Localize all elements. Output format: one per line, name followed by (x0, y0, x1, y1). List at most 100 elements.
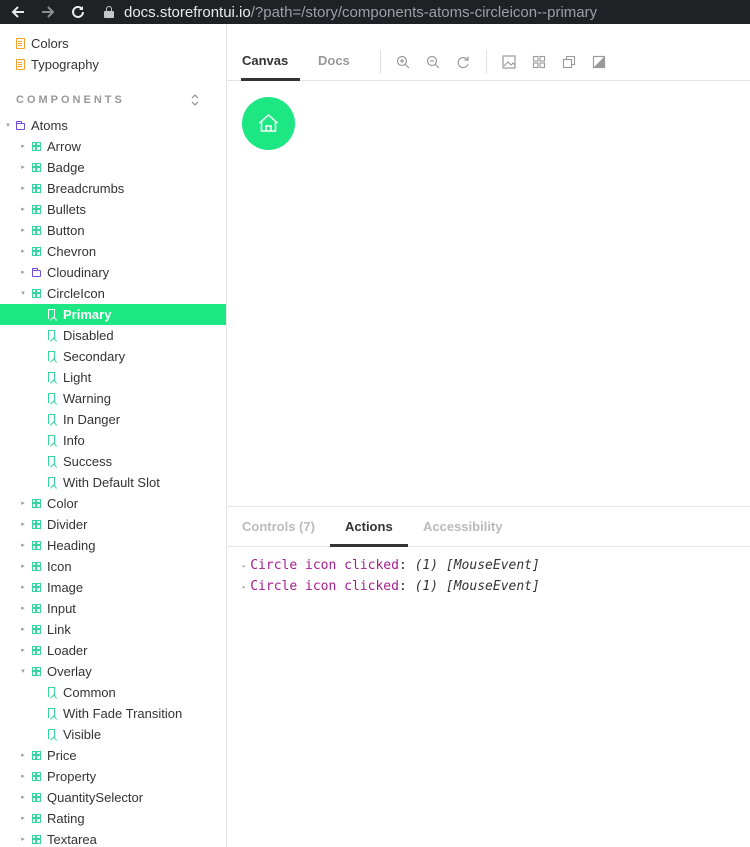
component-icon (32, 541, 41, 550)
tree-item-chevron[interactable]: ▸ Chevron (0, 241, 226, 262)
story-item-info[interactable]: Info (0, 430, 226, 451)
log-entry[interactable]: ▸ Circle icon clicked: (1) [MouseEvent] (242, 579, 540, 594)
story-item-with-fade-transition[interactable]: With Fade Transition (0, 703, 226, 724)
tree-item-quantityselector[interactable]: ▸ QuantitySelector (0, 787, 226, 808)
story-item-with-default-slot[interactable]: With Default Slot (0, 472, 226, 493)
tree-item-overlay[interactable]: ▾ Overlay (0, 661, 226, 682)
caret-down-icon: ▾ (21, 289, 25, 297)
viewport-icon[interactable] (562, 55, 576, 69)
tree-item-loader[interactable]: ▸ Loader (0, 640, 226, 661)
tree-item-label: Button (47, 223, 85, 238)
tree-item-textarea[interactable]: ▸ Textarea (0, 829, 226, 847)
home-icon (259, 114, 278, 132)
story-item-primary[interactable]: Primary (0, 304, 226, 325)
tree-item-arrow[interactable]: ▸ Arrow (0, 136, 226, 157)
tree-item-link[interactable]: ▸ Link (0, 619, 226, 640)
tree-item-circleicon[interactable]: ▾ CircleIcon (0, 283, 226, 304)
bookmark-icon (48, 456, 55, 466)
caret-right-icon: ▸ (21, 142, 25, 150)
story-item-visible[interactable]: Visible (0, 724, 226, 745)
tree-item-button[interactable]: ▸ Button (0, 220, 226, 241)
tree-item-divider[interactable]: ▸ Divider (0, 514, 226, 535)
address-bar[interactable]: docs.storefrontui.io/?path=/story/compon… (104, 0, 750, 24)
back-arrow-icon[interactable] (10, 4, 26, 20)
action-name: Circle icon clicked (250, 579, 399, 594)
tree-item-image[interactable]: ▸ Image (0, 577, 226, 598)
tree-item-property[interactable]: ▸ Property (0, 766, 226, 787)
tab-canvas[interactable]: Canvas (241, 44, 300, 81)
component-icon (32, 142, 41, 151)
outline-icon[interactable] (592, 55, 606, 69)
zoom-out-icon[interactable] (426, 55, 440, 69)
tree-item-bullets[interactable]: ▸ Bullets (0, 199, 226, 220)
tree-item-label: Secondary (63, 349, 126, 364)
log-entry[interactable]: ▸ Circle icon clicked: (1) [MouseEvent] (242, 558, 540, 573)
component-icon (32, 814, 41, 823)
story-item-in-danger[interactable]: In Danger (0, 409, 226, 430)
tree-item-color[interactable]: ▸ Color (0, 493, 226, 514)
component-icon (32, 667, 41, 676)
tree-item-label: QuantitySelector (47, 790, 144, 805)
caret-right-icon: ▸ (21, 751, 25, 759)
caret-right-icon: ▸ (21, 625, 25, 633)
component-icon (32, 520, 41, 529)
tab-actions[interactable]: Actions (330, 507, 408, 547)
tree-item-label: Divider (47, 517, 88, 532)
story-item-disabled[interactable]: Disabled (0, 325, 226, 346)
reload-icon[interactable] (70, 4, 86, 20)
reset-zoom-icon[interactable] (456, 55, 470, 69)
tree-item-icon[interactable]: ▸ Icon (0, 556, 226, 577)
tree-item-label: Primary (63, 307, 112, 322)
bookmark-icon (48, 330, 55, 340)
lock-icon (104, 6, 114, 18)
tree-item-label: Icon (47, 559, 72, 574)
zoom-in-icon[interactable] (396, 55, 410, 69)
caret-right-icon: ▸ (21, 499, 25, 507)
caret-down-icon: ▾ (21, 667, 25, 675)
forward-arrow-icon[interactable] (40, 4, 56, 20)
component-icon (32, 793, 41, 802)
tree-item-label: Light (63, 370, 92, 385)
action-name: Circle icon clicked (250, 558, 399, 573)
bookmark-icon (48, 393, 55, 403)
caret-right-icon: ▸ (21, 793, 25, 801)
caret-right-icon: ▸ (21, 835, 25, 843)
tree-item-rating[interactable]: ▸ Rating (0, 808, 226, 829)
tree-item-breadcrumbs[interactable]: ▸ Breadcrumbs (0, 178, 226, 199)
bookmark-icon (48, 414, 55, 424)
tree-item-label: Success (63, 454, 113, 469)
component-icon (32, 751, 41, 760)
caret-right-icon: ▸ (21, 646, 25, 654)
tree-item-input[interactable]: ▸ Input (0, 598, 226, 619)
story-item-secondary[interactable]: Secondary (0, 346, 226, 367)
expand-collapse-icon[interactable] (190, 93, 200, 107)
caret-right-icon: ▸ (21, 163, 25, 171)
tree-item-atoms[interactable]: ▾ Atoms (0, 115, 226, 136)
tree-item-label: In Danger (63, 412, 121, 427)
background-icon[interactable] (502, 55, 516, 69)
url-host: docs.storefrontui.io (124, 3, 251, 21)
tab-docs[interactable]: Docs (318, 44, 350, 81)
story-item-warning[interactable]: Warning (0, 388, 226, 409)
story-item-light[interactable]: Light (0, 367, 226, 388)
story-item-common[interactable]: Common (0, 682, 226, 703)
tab-accessibility[interactable]: Accessibility (423, 507, 503, 547)
tab-controls[interactable]: Controls (7) (242, 507, 315, 547)
tree-item-label: Rating (47, 811, 85, 826)
sidebar-item-typography[interactable]: Typography (0, 54, 226, 75)
circle-icon-button[interactable] (242, 97, 295, 150)
section-header-components: COMPONENTS (16, 94, 125, 106)
tree-item-label: Common (63, 685, 116, 700)
component-icon (32, 226, 41, 235)
tree-item-label: Info (63, 433, 85, 448)
tree-item-price[interactable]: ▸ Price (0, 745, 226, 766)
bookmark-icon (48, 729, 55, 739)
sidebar-item-colors[interactable]: Colors (0, 33, 226, 54)
tree-item-cloudinary[interactable]: ▸ Cloudinary (0, 262, 226, 283)
grid-icon[interactable] (532, 55, 546, 69)
sidebar-item-label: Colors (31, 36, 69, 51)
caret-right-icon: ▸ (21, 814, 25, 822)
tree-item-badge[interactable]: ▸ Badge (0, 157, 226, 178)
story-item-success[interactable]: Success (0, 451, 226, 472)
tree-item-heading[interactable]: ▸ Heading (0, 535, 226, 556)
